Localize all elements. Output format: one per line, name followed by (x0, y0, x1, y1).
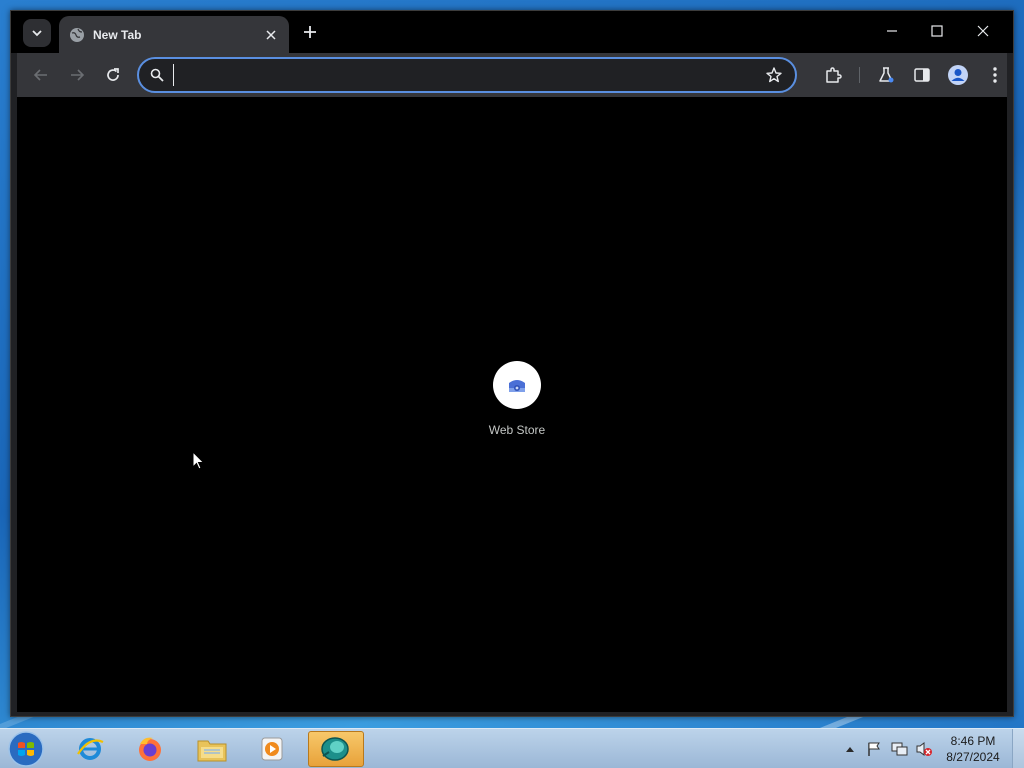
tab-search-button[interactable] (23, 19, 51, 47)
extensions-button[interactable] (821, 63, 845, 87)
toolbar (17, 53, 1007, 97)
arrow-right-icon (71, 69, 85, 81)
active-app-icon (321, 737, 349, 761)
flag-icon (868, 742, 880, 756)
clock-date: 8/27/2024 (946, 750, 1000, 764)
side-panel-button[interactable] (910, 63, 934, 87)
puzzle-icon (826, 67, 842, 83)
menu-button[interactable] (983, 63, 1007, 87)
profile-button[interactable] (946, 63, 970, 87)
mouse-cursor-icon (192, 451, 205, 470)
taskbar-internet-explorer[interactable] (62, 731, 118, 767)
start-button[interactable] (6, 730, 46, 768)
close-icon (266, 29, 276, 40)
toolbar-divider (859, 67, 860, 83)
search-icon (150, 68, 164, 82)
new-tab-button[interactable] (299, 21, 321, 43)
maximize-button[interactable] (922, 19, 952, 43)
tab-title: New Tab (93, 27, 142, 42)
close-icon (977, 25, 989, 37)
taskbar-firefox[interactable] (122, 731, 178, 767)
system-clock[interactable]: 8:46 PM 8/27/2024 (940, 733, 1006, 765)
chevron-down-icon (32, 30, 42, 37)
side-panel-icon (914, 68, 930, 82)
firefox-icon (139, 737, 161, 761)
tray-expand-button[interactable] (843, 737, 857, 761)
shortcut-tile[interactable] (493, 361, 541, 409)
network-icon (891, 742, 908, 756)
title-bar: New Tab (11, 11, 1013, 53)
flask-icon (879, 67, 894, 83)
arrow-left-icon (33, 69, 47, 81)
maximize-icon (931, 25, 943, 37)
shortcut-web-store[interactable]: Web Store (477, 361, 557, 437)
chevron-up-icon (846, 747, 854, 752)
volume-button[interactable] (913, 737, 935, 761)
plus-icon (304, 26, 316, 38)
volume-muted-icon (916, 742, 932, 756)
address-bar[interactable] (137, 57, 797, 93)
network-button[interactable] (888, 737, 910, 761)
show-desktop-button[interactable] (1012, 729, 1024, 768)
minimize-icon (887, 30, 897, 32)
internet-explorer-icon (77, 738, 104, 760)
labs-button[interactable] (874, 63, 898, 87)
forward-button[interactable] (65, 63, 89, 87)
tab-new-tab[interactable]: New Tab (59, 16, 289, 53)
reload-icon (107, 68, 119, 81)
minimize-button[interactable] (877, 19, 907, 43)
media-player-icon (261, 737, 283, 761)
clock-time: 8:46 PM (950, 734, 996, 748)
action-center-button[interactable] (864, 737, 884, 761)
more-vert-icon (993, 67, 997, 83)
folder-icon (197, 740, 227, 762)
taskbar: 8:46 PM 8/27/2024 (0, 728, 1024, 768)
globe-icon (70, 27, 84, 42)
shortcut-label: Web Store (488, 423, 546, 437)
tab-close-button[interactable] (263, 27, 279, 43)
new-tab-page: Web Store (17, 97, 1007, 712)
web-store-icon (509, 380, 525, 392)
avatar-icon (948, 65, 968, 85)
taskbar-file-explorer[interactable] (184, 731, 240, 767)
taskbar-media-player[interactable] (244, 731, 300, 767)
browser-window: New Tab Web Store (10, 10, 1014, 717)
back-button[interactable] (29, 63, 53, 87)
close-window-button[interactable] (968, 19, 998, 43)
bookmark-star-icon[interactable] (765, 66, 783, 84)
address-input[interactable] (173, 64, 753, 86)
reload-button[interactable] (101, 63, 125, 87)
windows-logo-icon (8, 731, 44, 767)
taskbar-active-app[interactable] (308, 731, 364, 767)
